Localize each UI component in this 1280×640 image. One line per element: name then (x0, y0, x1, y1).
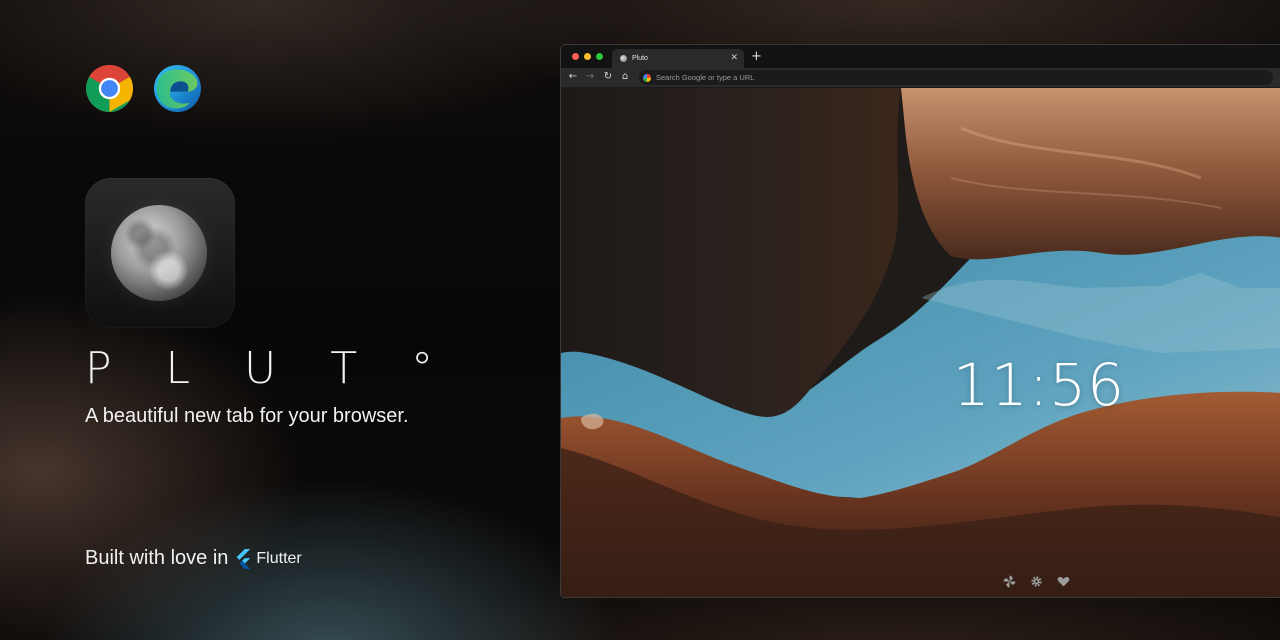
omnibox-placeholder: Search Google or type a URL (656, 73, 755, 82)
chrome-icon (86, 65, 134, 112)
flutter-logo: Flutter (234, 548, 302, 569)
pluto-favicon-icon (620, 55, 627, 62)
built-with-flutter: Built with love in Flutter (85, 547, 302, 570)
google-icon (643, 73, 651, 82)
reload-button[interactable]: ↻ (602, 71, 614, 83)
pluto-planet-icon (111, 205, 207, 301)
pluto-wordmark: P L U T ° (85, 343, 454, 394)
tab-close-button[interactable]: ✕ (730, 53, 738, 63)
tab-title: Pluto (632, 55, 648, 62)
window-controls (572, 53, 603, 60)
edge-icon (154, 65, 201, 112)
pinwheel-icon[interactable] (1003, 575, 1016, 588)
tagline: A beautiful new tab for your browser. (85, 405, 409, 427)
flutter-icon (237, 548, 251, 569)
back-button[interactable]: ← (567, 71, 579, 83)
flutter-label: Flutter (256, 549, 302, 567)
supported-browsers (85, 64, 202, 113)
maximize-window-button[interactable] (596, 53, 603, 60)
forward-button[interactable]: → (584, 71, 596, 83)
new-tab-page: 11:56 (561, 88, 1280, 597)
omnibox[interactable]: Search Google or type a URL (639, 70, 1273, 85)
canyon-wallpaper (561, 88, 1280, 597)
minimize-window-button[interactable] (584, 53, 591, 60)
close-window-button[interactable] (572, 53, 579, 60)
browser-toolbar: ← → ↻ ⌂ Search Google or type a URL (561, 68, 1280, 88)
pluto-app-icon (85, 178, 235, 328)
clock: 11:56 (952, 351, 1126, 419)
built-with-label: Built with love in (85, 547, 229, 569)
heart-icon[interactable] (1057, 575, 1070, 588)
home-button[interactable]: ⌂ (619, 71, 631, 83)
gear-icon[interactable] (1030, 575, 1043, 588)
newtab-actions (1003, 575, 1070, 588)
browser-window: Pluto ✕ + ← → ↻ ⌂ Search Google or type … (560, 44, 1280, 598)
tab-pluto[interactable]: Pluto ✕ (612, 49, 744, 68)
tab-bar: Pluto ✕ + (561, 45, 1280, 68)
new-tab-button[interactable]: + (751, 50, 762, 63)
